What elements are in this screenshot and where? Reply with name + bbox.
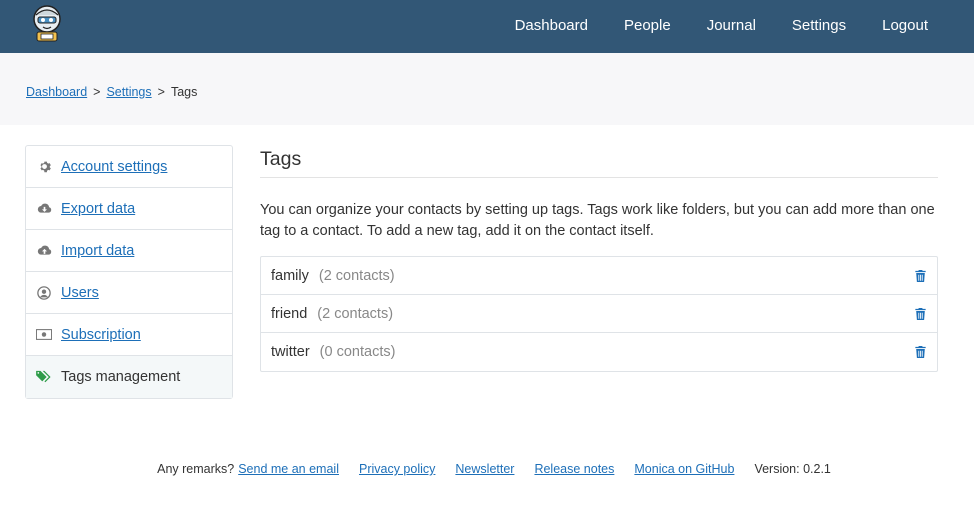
tag-name: twitter: [271, 344, 310, 360]
footer-github-link[interactable]: Monica on GitHub: [634, 462, 734, 476]
breadcrumb-settings[interactable]: Settings: [106, 85, 151, 99]
sidebar-item-subscription[interactable]: Subscription: [26, 314, 232, 356]
sidebar-item-label[interactable]: Account settings: [61, 159, 167, 175]
sidebar-item-export-data[interactable]: Export data: [26, 188, 232, 230]
tags-panel: Tags You can organize your contacts by s…: [260, 148, 938, 372]
trash-icon[interactable]: [913, 345, 927, 359]
main-nav: Dashboard People Journal Settings Logout: [515, 0, 928, 50]
trash-icon[interactable]: [913, 307, 927, 321]
tags-icon: [36, 369, 52, 385]
nav-people[interactable]: People: [624, 17, 671, 34]
footer-release-notes-link[interactable]: Release notes: [534, 462, 614, 476]
cloud-download-icon: [36, 201, 52, 217]
tag-count: (2 contacts): [317, 305, 394, 322]
top-navbar: Dashboard People Journal Settings Logout: [0, 0, 974, 53]
list-item: twitter (0 contacts): [261, 333, 937, 371]
sidebar-item-label[interactable]: Export data: [61, 201, 135, 217]
sidebar-item-account-settings[interactable]: Account settings: [26, 146, 232, 188]
money-icon: [36, 327, 52, 343]
user-circle-icon: [36, 285, 52, 301]
sidebar-item-tags-management[interactable]: Tags management: [26, 356, 232, 398]
sidebar-item-import-data[interactable]: Import data: [26, 230, 232, 272]
breadcrumb-bar: Dashboard > Settings > Tags: [0, 53, 974, 125]
footer-email-link[interactable]: Send me an email: [238, 462, 339, 476]
tag-name: family: [271, 267, 309, 284]
tag-name: friend: [271, 305, 308, 322]
sidebar-item-label[interactable]: Import data: [61, 243, 134, 259]
tag-count: (2 contacts): [318, 267, 395, 284]
settings-sidebar: Account settings Export data Import data…: [25, 145, 233, 399]
page-title: Tags: [260, 148, 938, 178]
monica-logo-icon[interactable]: [28, 3, 66, 43]
footer-remarks: Any remarks?: [157, 462, 235, 476]
nav-journal[interactable]: Journal: [707, 17, 756, 34]
sidebar-item-label[interactable]: Subscription: [61, 327, 141, 343]
footer: Any remarks? Send me an email Privacy po…: [0, 462, 974, 476]
nav-settings[interactable]: Settings: [792, 17, 846, 34]
breadcrumb-dashboard[interactable]: Dashboard: [26, 85, 87, 99]
breadcrumb: Dashboard > Settings > Tags: [26, 85, 197, 99]
footer-privacy-link[interactable]: Privacy policy: [359, 462, 435, 476]
footer-newsletter-link[interactable]: Newsletter: [455, 462, 514, 476]
list-item: friend (2 contacts): [261, 295, 937, 333]
tags-description: You can organize your contacts by settin…: [260, 202, 935, 239]
footer-version: Version: 0.2.1: [754, 462, 831, 476]
sidebar-item-label[interactable]: Users: [61, 285, 99, 301]
tag-count: (0 contacts): [319, 344, 396, 360]
breadcrumb-separator: >: [157, 85, 165, 99]
sidebar-item-label: Tags management: [61, 369, 181, 385]
breadcrumb-separator: >: [93, 85, 101, 99]
cloud-upload-icon: [36, 243, 52, 259]
list-item: family (2 contacts): [261, 257, 937, 295]
breadcrumb-current: Tags: [170, 85, 198, 99]
trash-icon[interactable]: [913, 269, 927, 283]
gear-icon: [36, 159, 52, 175]
nav-dashboard[interactable]: Dashboard: [515, 17, 588, 34]
tags-list: family (2 contacts) friend (2 contacts) …: [260, 256, 938, 372]
nav-logout[interactable]: Logout: [882, 17, 928, 34]
sidebar-item-users[interactable]: Users: [26, 272, 232, 314]
